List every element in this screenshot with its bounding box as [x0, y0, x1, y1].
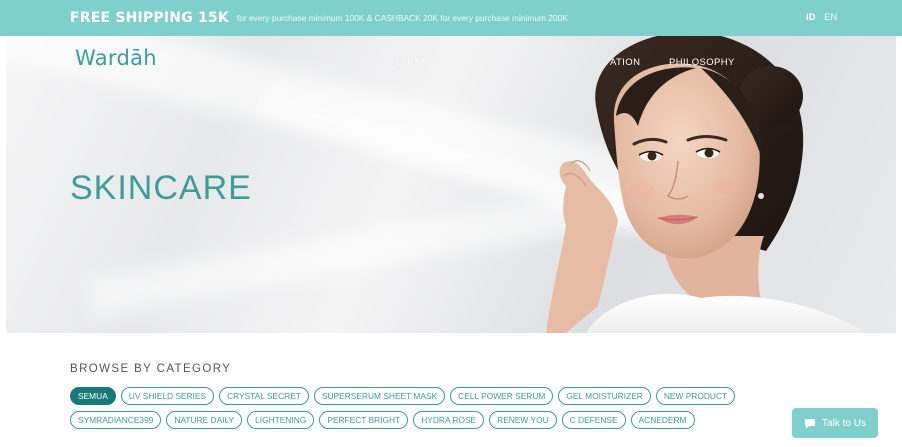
main-nav: SHOP ATION PHILOSOPHY: [6, 57, 896, 71]
hero-banner: Wardāh SHOP ATION PHILOSOPHY SKINCARE: [6, 36, 896, 333]
promo-bar: FREE SHIPPING 15K for every purchase min…: [0, 0, 902, 36]
category-chip[interactable]: LIGHTENING: [247, 411, 315, 429]
category-chip[interactable]: GEL MOISTURIZER: [558, 387, 651, 405]
nav-item-inspiration[interactable]: ATION: [610, 57, 640, 68]
promo-subtext: for every purchase minimum 100K & CASHBA…: [236, 13, 568, 23]
category-chip[interactable]: PERFECT BRIGHT: [319, 411, 409, 429]
talk-to-us-button[interactable]: Talk to Us: [792, 408, 878, 438]
hero-model-image: [546, 36, 866, 333]
category-filter: SEMUA UV SHIELD SERIES CRYSTAL SECRET SUPER…: [70, 387, 770, 435]
promo-headline: FREE SHIPPING 15K: [70, 10, 229, 26]
language-id[interactable]: ID: [806, 12, 816, 23]
category-chip[interactable]: C DEFENSE: [561, 411, 626, 429]
category-chip[interactable]: SEMUA: [70, 387, 116, 405]
category-chip[interactable]: HYDRA ROSE: [413, 411, 485, 429]
language-switcher: ID EN: [806, 12, 837, 23]
category-row-1: SEMUA UV SHIELD SERIES CRYSTAL SECRET SUPER…: [70, 387, 770, 405]
browse-category-heading: BROWSE BY CATEGORY: [70, 363, 232, 375]
category-chip[interactable]: SUPERSERUM SHEET MASK: [313, 387, 446, 405]
category-chip[interactable]: SYMRADIANCE399: [70, 411, 162, 429]
category-chip[interactable]: RENEW YOU: [489, 411, 557, 429]
category-row-2: SYMRADIANCE399 NATURE DAILY LIGHTENING PERF…: [70, 411, 770, 429]
category-chip[interactable]: UV SHIELD SERIES: [120, 387, 215, 405]
category-chip[interactable]: CELL POWER SERUM: [450, 387, 554, 405]
language-en[interactable]: EN: [824, 12, 837, 23]
category-chip[interactable]: NEW PRODUCT: [655, 387, 736, 405]
nav-item-shop[interactable]: SHOP: [396, 57, 425, 68]
category-chip[interactable]: CRYSTAL SECRET: [219, 387, 309, 405]
category-chip[interactable]: NATURE DAILY: [166, 411, 243, 429]
nav-item-philosophy[interactable]: PHILOSOPHY: [669, 57, 735, 68]
page-title: SKINCARE: [70, 169, 252, 207]
chat-bubble-icon: [805, 418, 816, 428]
talk-to-us-label: Talk to Us: [822, 417, 866, 429]
category-chip[interactable]: ACNEDERM: [630, 411, 695, 429]
